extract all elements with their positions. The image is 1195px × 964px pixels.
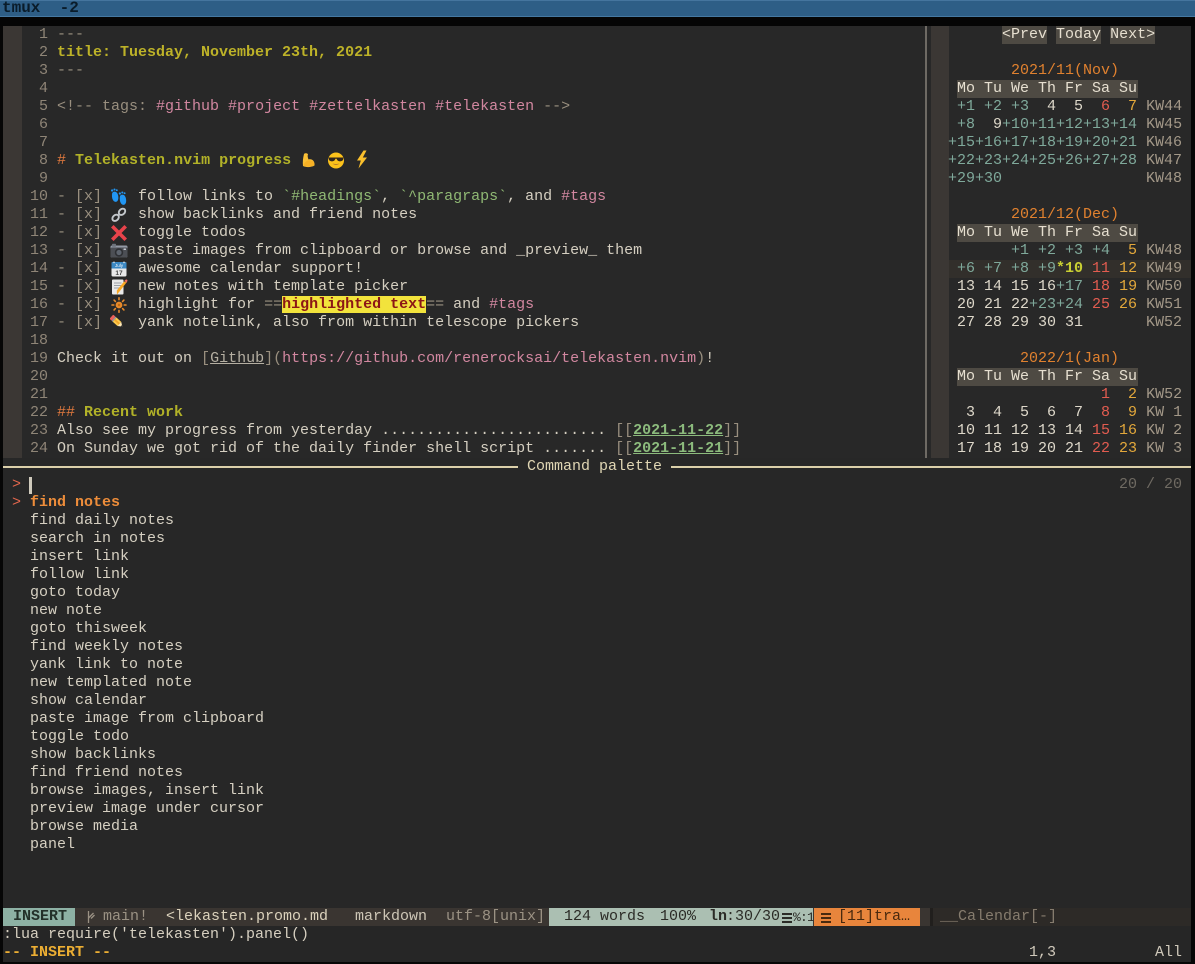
svg-text:July: July bbox=[115, 263, 124, 268]
svg-text:17: 17 bbox=[115, 270, 123, 277]
